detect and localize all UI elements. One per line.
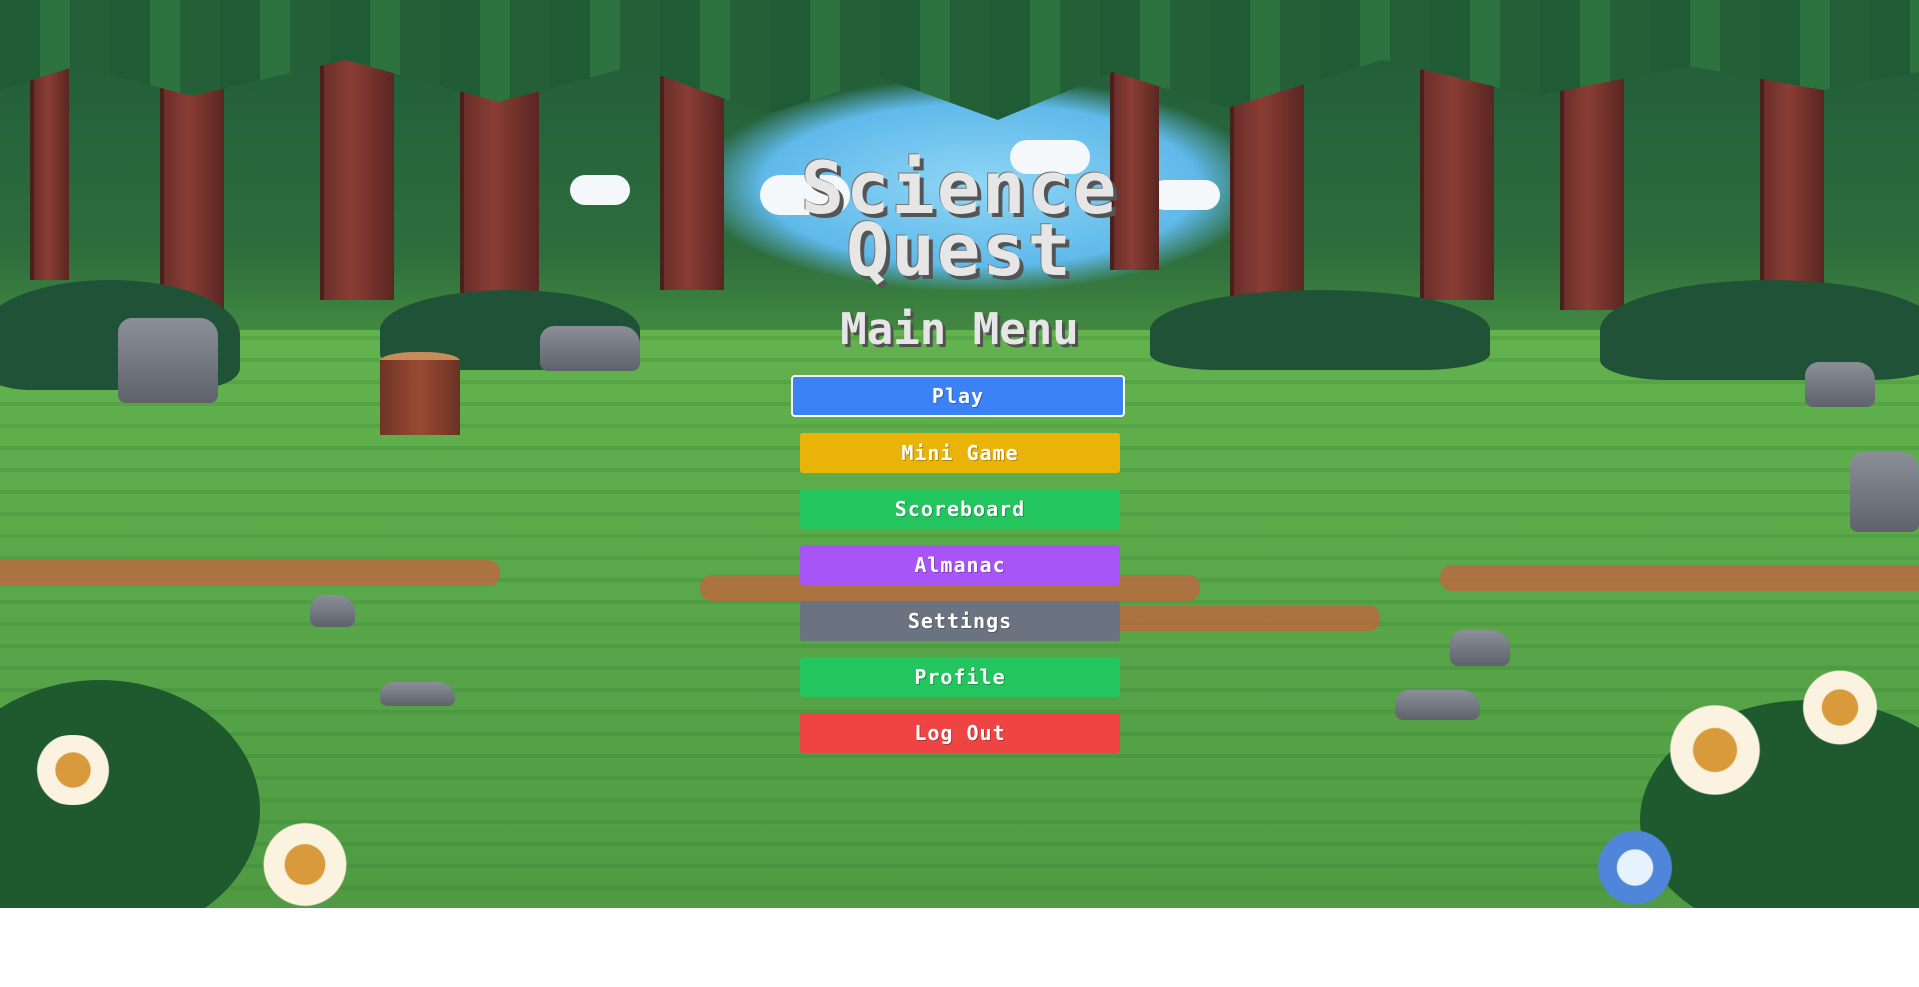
flower [1590, 830, 1680, 905]
settings-button[interactable]: Settings [800, 601, 1120, 641]
dirt-path [0, 560, 500, 586]
tree-stump [380, 360, 460, 435]
main-menu-heading: Main Menu [840, 304, 1079, 355]
scoreboard-button[interactable]: Scoreboard [800, 489, 1120, 529]
flower [255, 822, 355, 907]
profile-button[interactable]: Profile [800, 657, 1120, 697]
dirt-path [1440, 565, 1919, 591]
rock [1805, 362, 1875, 407]
almanac-button[interactable]: Almanac [800, 545, 1120, 585]
rock [1395, 690, 1480, 720]
rock [1450, 630, 1510, 666]
play-button[interactable]: Play [791, 375, 1125, 417]
rock [380, 682, 455, 706]
log-out-button[interactable]: Log Out [800, 713, 1120, 753]
mini-game-button[interactable]: Mini Game [800, 433, 1120, 473]
tree-canopy [0, 0, 1919, 120]
game-title-line2: Quest [846, 208, 1073, 292]
rock [310, 595, 355, 627]
rock [1850, 452, 1919, 532]
flower [1660, 705, 1770, 795]
flower [28, 735, 118, 805]
dirt-path [1100, 605, 1380, 631]
flower [1795, 670, 1885, 745]
